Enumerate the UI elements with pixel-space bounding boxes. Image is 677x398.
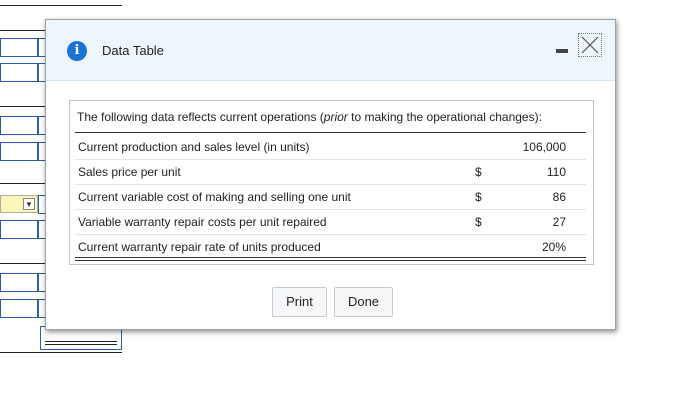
worksheet-input[interactable]	[0, 220, 38, 239]
chevron-down-icon: ▼	[23, 198, 35, 210]
double-underline	[45, 341, 117, 342]
worksheet-input[interactable]	[0, 299, 38, 318]
worksheet-input[interactable]	[0, 38, 38, 57]
row-value: 106,000	[522, 140, 566, 154]
worksheet-rule	[0, 183, 45, 184]
intro-text-part: to making the operational changes):	[347, 110, 542, 124]
worksheet-input[interactable]	[0, 116, 38, 135]
row-value: 20%	[541, 240, 566, 254]
data-table-panel: The following data reflects current oper…	[69, 100, 594, 265]
table-top-rule	[75, 132, 586, 133]
row-currency: $	[475, 190, 482, 204]
intro-text-part: The following data reflects current oper…	[77, 110, 324, 124]
table-row: Sales price per unit $ 110	[75, 160, 586, 185]
table-row: Current variable cost of making and sell…	[75, 185, 586, 210]
table-row: Current production and sales level (in u…	[75, 135, 586, 160]
double-underline	[45, 344, 117, 345]
row-value: 27	[552, 215, 566, 229]
row-value: 110	[546, 165, 566, 179]
intro-text: The following data reflects current oper…	[77, 110, 542, 124]
row-label: Variable warranty repair costs per unit …	[78, 215, 327, 229]
print-button[interactable]: Print	[272, 287, 327, 317]
worksheet-input[interactable]	[0, 63, 38, 82]
data-table-dialog: i Data Table The following data reflects…	[45, 19, 616, 330]
worksheet-rule	[0, 352, 122, 353]
row-currency: $	[475, 215, 482, 229]
row-label: Current warranty repair rate of units pr…	[78, 240, 321, 254]
worksheet-input[interactable]	[0, 273, 38, 292]
worksheet-rule	[0, 263, 45, 264]
row-value: 86	[552, 190, 566, 204]
info-icon: i	[67, 41, 87, 61]
worksheet-rule	[0, 30, 45, 31]
worksheet-input[interactable]	[0, 142, 38, 161]
table-bottom-rule	[75, 260, 586, 261]
table-row: Current warranty repair rate of units pr…	[75, 235, 586, 259]
row-label: Sales price per unit	[78, 165, 181, 179]
worksheet-dropdown[interactable]: ▼	[0, 195, 38, 213]
table-bottom-rule	[75, 257, 586, 258]
intro-text-italic: prior	[323, 110, 348, 124]
worksheet-rule	[0, 106, 45, 107]
minimize-icon[interactable]	[556, 49, 568, 53]
done-button[interactable]: Done	[334, 287, 393, 317]
close-icon[interactable]	[578, 33, 602, 57]
dialog-title: Data Table	[102, 43, 164, 58]
dialog-titlebar: i Data Table	[46, 20, 615, 81]
row-currency: $	[475, 165, 482, 179]
row-label: Current variable cost of making and sell…	[78, 190, 351, 204]
row-label: Current production and sales level (in u…	[78, 140, 310, 154]
worksheet-rule	[0, 5, 122, 6]
table-row: Variable warranty repair costs per unit …	[75, 210, 586, 235]
